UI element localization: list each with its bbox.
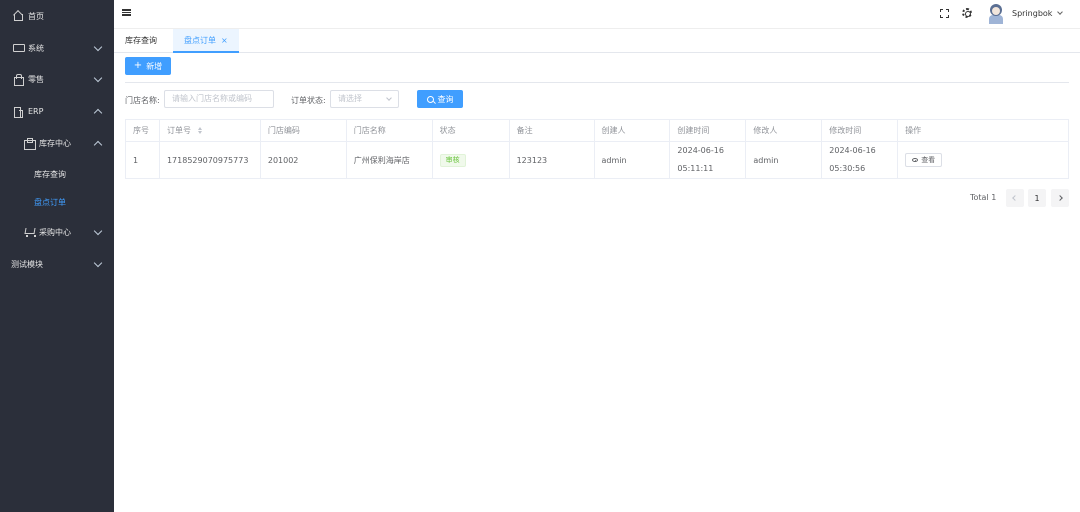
chevron-left-icon [1012, 195, 1018, 201]
sidebar-item-home[interactable]: 首页 [0, 2, 114, 30]
table-header-row: 序号 订单号 门店编码 门店名称 状态 备注 创建人 创建时间 修改人 修改时间… [126, 120, 1069, 142]
sidebar: 首页 系统 零售 ERP 库存中心 库存查询 盘点订单 采购中心 测试模块 [0, 0, 114, 512]
box-icon [24, 138, 36, 150]
chevron-down-icon [386, 95, 392, 101]
divider [125, 82, 1069, 83]
column-header: 创建人 [594, 120, 671, 142]
cell-actions: 查看 [898, 142, 1069, 179]
avatar[interactable] [988, 4, 1004, 24]
sidebar-item-label: 系统 [28, 43, 44, 53]
column-header-order-no[interactable]: 订单号 [159, 120, 261, 142]
sidebar-item-stocktake-orders[interactable]: 盘点订单 [0, 188, 114, 216]
store-name-input[interactable]: 请输入门店名称或编码 [164, 90, 274, 108]
search-button[interactable]: 查询 [417, 90, 463, 108]
cell-index: 1 [126, 142, 160, 179]
status-badge: 审核 [439, 153, 466, 167]
gear-icon[interactable] [962, 8, 972, 18]
column-header: 修改时间 [822, 120, 899, 142]
monitor-icon [13, 43, 25, 53]
chevron-right-icon [1057, 195, 1063, 201]
search-icon [426, 95, 434, 103]
cart-icon [24, 227, 36, 237]
table-row[interactable]: 1 1718529070975773 201002 广州保利海岸店 审核 123… [126, 142, 1069, 179]
view-button-label: 查看 [921, 156, 936, 164]
view-button[interactable]: 查看 [905, 153, 943, 167]
username[interactable]: Springbok [1012, 9, 1052, 18]
sort-icon[interactable] [197, 127, 203, 134]
close-icon[interactable]: × [221, 29, 229, 53]
created-time: 05:11:11 [677, 164, 714, 173]
cell-modifier: admin [746, 142, 823, 179]
hamburger-icon[interactable] [122, 9, 131, 16]
tab-inventory-query[interactable]: 库存查询 [125, 29, 157, 53]
sidebar-item-label: 库存查询 [34, 169, 66, 179]
chevron-down-icon [93, 73, 103, 82]
chevron-down-icon [93, 258, 103, 267]
sidebar-item-erp[interactable]: ERP [0, 97, 114, 125]
navbar: Springbok [114, 0, 1080, 29]
chevron-down-icon[interactable] [1057, 9, 1063, 15]
building-icon [13, 106, 23, 118]
column-header: 操作 [898, 120, 1069, 142]
column-header: 创建时间 [670, 120, 747, 142]
sidebar-item-retail[interactable]: 零售 [0, 65, 114, 93]
add-button[interactable]: + 新增 [125, 57, 171, 75]
chevron-down-icon [93, 42, 103, 51]
chevron-up-icon [93, 108, 103, 117]
page-number-button[interactable]: 1 [1028, 189, 1046, 207]
chevron-down-icon [93, 226, 103, 235]
column-header: 修改人 [746, 120, 823, 142]
cell-creator: admin [594, 142, 671, 179]
next-page-button[interactable] [1051, 189, 1069, 207]
prev-page-button[interactable] [1006, 189, 1024, 207]
created-date: 2024-06-16 [677, 146, 724, 155]
sidebar-item-test-module[interactable]: 测试模块 [0, 250, 114, 278]
cell-modified-time: 2024-06-16 05:30:56 [822, 142, 899, 179]
fullscreen-icon[interactable] [940, 9, 949, 18]
modified-date: 2024-06-16 [829, 146, 876, 155]
cell-remark: 123123 [509, 142, 595, 179]
bag-icon [13, 74, 24, 86]
sidebar-item-label: 测试模块 [11, 259, 43, 269]
chevron-up-icon [93, 140, 103, 149]
column-header: 门店编码 [260, 120, 347, 142]
sidebar-item-label: 采购中心 [39, 227, 71, 237]
cell-store-name: 广州保利海岸店 [346, 142, 433, 179]
cell-status: 审核 [432, 142, 510, 179]
order-status-label: 订单状态: [291, 96, 326, 105]
eye-icon [912, 158, 919, 162]
store-name-label: 门店名称: [125, 96, 160, 105]
orders-table: 序号 订单号 门店编码 门店名称 状态 备注 创建人 创建时间 修改人 修改时间… [125, 119, 1069, 179]
search-button-label: 查询 [437, 94, 454, 104]
column-header: 门店名称 [346, 120, 433, 142]
select-placeholder: 请选择 [338, 94, 362, 103]
column-header: 备注 [509, 120, 595, 142]
pagination-total: Total 1 [970, 193, 997, 202]
sidebar-item-system[interactable]: 系统 [0, 34, 114, 62]
order-status-select[interactable]: 请选择 [330, 90, 399, 108]
add-button-label: 新增 [146, 61, 163, 71]
column-header: 序号 [126, 120, 160, 142]
sidebar-item-label: 首页 [28, 11, 44, 21]
modified-time: 05:30:56 [829, 164, 866, 173]
cell-store-code: 201002 [260, 142, 347, 179]
sidebar-item-inventory-center[interactable]: 库存中心 [0, 129, 114, 157]
tab-label: 盘点订单 [184, 36, 216, 45]
sidebar-item-inventory-query[interactable]: 库存查询 [0, 160, 114, 188]
column-header-label: 订单号 [166, 126, 191, 135]
tab-stocktake-orders[interactable]: 盘点订单 [173, 29, 239, 53]
plus-icon: + [133, 60, 143, 71]
sidebar-item-label: 盘点订单 [34, 197, 66, 207]
sidebar-item-label: ERP [28, 106, 44, 116]
sidebar-item-purchase-center[interactable]: 采购中心 [0, 218, 114, 246]
tags-view: 库存查询 盘点订单 × [114, 29, 1080, 53]
home-icon [13, 11, 23, 21]
cell-order-no: 1718529070975773 [159, 142, 261, 179]
cell-created-time: 2024-06-16 05:11:11 [670, 142, 747, 179]
sidebar-item-label: 零售 [28, 74, 44, 84]
column-header: 状态 [432, 120, 510, 142]
sidebar-item-label: 库存中心 [39, 138, 71, 148]
